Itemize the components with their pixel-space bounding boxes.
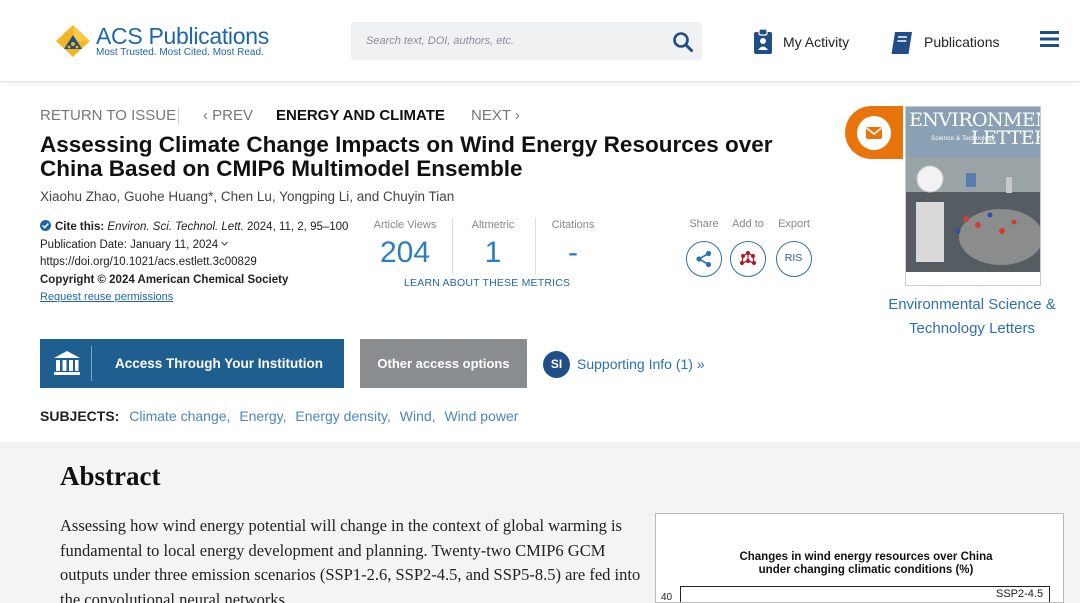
search-bar bbox=[351, 22, 702, 60]
search-icon[interactable] bbox=[672, 31, 694, 53]
button-divider bbox=[91, 346, 92, 381]
journal-abbrev: Environ. Sci. Technol. Lett. bbox=[107, 221, 244, 233]
institution-access-button[interactable]: Access Through Your Institution bbox=[40, 339, 344, 388]
logo-tagline: Most Trusted. Most Cited. Most Read. bbox=[96, 47, 264, 58]
subject-link[interactable]: Energy bbox=[239, 408, 282, 424]
subject-separator: , bbox=[282, 408, 287, 424]
export-tool: Export RIS bbox=[774, 218, 814, 277]
add-to-label: Add to bbox=[732, 218, 764, 230]
abstract-text: Assessing how wind energy potential will… bbox=[60, 516, 641, 603]
subject-link[interactable]: Climate change bbox=[129, 408, 226, 424]
metric-label: Altmetric bbox=[471, 219, 515, 231]
publication-date[interactable]: Publication Date: January 11, 2024 bbox=[40, 239, 218, 251]
supporting-info-link[interactable]: SI Supporting Info (1) » bbox=[543, 350, 705, 378]
ris-label: RIS bbox=[784, 252, 803, 264]
metric-article-views: Article Views 204 bbox=[360, 218, 450, 274]
subjects-list: SUBJECTS: Climate change, Energy, Energy… bbox=[40, 408, 518, 424]
publications-label: Publications bbox=[924, 34, 1000, 50]
citation-block: Cite this: Environ. Sci. Technol. Lett. … bbox=[40, 219, 350, 307]
institution-access-label: Access Through Your Institution bbox=[115, 356, 324, 371]
add-to-tool: Add to bbox=[728, 218, 768, 277]
logo-title: ACS Publications bbox=[96, 23, 269, 49]
article-title: Assessing Climate Change Impacts on Wind… bbox=[40, 132, 773, 181]
next-article-link[interactable]: NEXT › bbox=[471, 107, 520, 124]
email-icon-bg bbox=[857, 116, 891, 150]
figure-title-line2: under changing climatic conditions (%) bbox=[758, 564, 974, 576]
prev-article-link[interactable]: ‹ PREV bbox=[203, 107, 253, 124]
share-tool: Share bbox=[684, 218, 724, 277]
article-tools: Share Add to Export RIS bbox=[682, 218, 817, 278]
acs-logo-icon bbox=[56, 25, 90, 57]
envelope-icon bbox=[866, 127, 882, 139]
check-circle-icon bbox=[40, 220, 51, 231]
si-badge-icon: SI bbox=[543, 350, 570, 378]
doi-link[interactable]: https://doi.org/10.1021/acs.estlett.3c00… bbox=[40, 254, 350, 272]
my-activity-link[interactable]: My Activity bbox=[752, 28, 849, 56]
share-button[interactable] bbox=[686, 241, 722, 277]
subject-separator: , bbox=[226, 408, 231, 424]
email-alert-tab[interactable] bbox=[845, 106, 903, 159]
cover-subtitle: Science & Technology bbox=[931, 135, 995, 142]
return-to-issue-link[interactable]: RETURN TO ISSUE bbox=[40, 107, 176, 124]
section-label: ENERGY AND CLIMATE bbox=[276, 107, 445, 124]
figure-plot-area bbox=[680, 586, 1050, 602]
author-list[interactable]: Xiaohu Zhao, Guohe Huang*, Chen Lu, Yong… bbox=[40, 189, 454, 204]
cover-footer bbox=[906, 272, 1040, 285]
other-access-button[interactable]: Other access options bbox=[360, 339, 527, 388]
metric-value: 1 bbox=[484, 236, 502, 269]
subject-link[interactable]: Wind bbox=[400, 408, 432, 424]
export-ris-button[interactable]: RIS bbox=[776, 241, 812, 277]
citation-ref: 2024, 11, 2, 95–100 bbox=[246, 221, 349, 233]
hamburger-menu-icon[interactable] bbox=[1040, 31, 1059, 47]
site-header: ACS Publications Most Trusted. Most Cite… bbox=[0, 0, 1080, 82]
add-to-button[interactable] bbox=[730, 241, 766, 277]
journal-cover[interactable]: ENVIRONMENTAL LETTERS Science & Technolo… bbox=[905, 106, 1041, 286]
institution-icon bbox=[54, 351, 80, 375]
figure-y-tick: 40 bbox=[661, 592, 673, 603]
metric-value: - bbox=[568, 236, 578, 269]
book-icon bbox=[891, 32, 912, 54]
metric-label: Article Views bbox=[373, 219, 437, 231]
clipboard-user-icon bbox=[754, 28, 772, 54]
chevron-down-icon[interactable] bbox=[220, 239, 229, 248]
share-icon bbox=[696, 250, 712, 268]
subjects-label: SUBJECTS: bbox=[40, 408, 120, 424]
metric-citations: Citations - bbox=[536, 218, 610, 274]
metric-altmetric[interactable]: Altmetric 1 bbox=[453, 218, 533, 274]
journal-name-link[interactable]: Environmental Science & Technology Lette… bbox=[876, 293, 1068, 340]
search-input[interactable] bbox=[351, 22, 661, 60]
acs-logo[interactable]: ACS Publications Most Trusted. Most Cite… bbox=[55, 22, 275, 62]
export-label: Export bbox=[778, 218, 810, 230]
subject-link[interactable]: Energy density bbox=[295, 408, 387, 424]
figure-title: Changes in wind energy resources over Ch… bbox=[656, 551, 1063, 577]
figure-legend: SSP2-4.5 bbox=[996, 588, 1044, 600]
subject-link[interactable]: Wind power bbox=[444, 408, 518, 424]
subject-separator: , bbox=[387, 408, 391, 424]
share-label: Share bbox=[689, 218, 719, 230]
reuse-permissions-link[interactable]: Request reuse permissions bbox=[40, 291, 173, 303]
abstract-heading: Abstract bbox=[60, 461, 161, 491]
toc-graphic[interactable]: Changes in wind energy resources over Ch… bbox=[655, 513, 1064, 603]
metric-value: 204 bbox=[379, 236, 431, 269]
network-nodes-icon bbox=[740, 251, 756, 265]
learn-metrics-link[interactable]: LEARN ABOUT THESE METRICS bbox=[404, 277, 570, 289]
figure-title-line1: Changes in wind energy resources over Ch… bbox=[739, 551, 993, 563]
subject-separator: , bbox=[431, 408, 436, 424]
supporting-info-label: Supporting Info (1) » bbox=[577, 356, 705, 372]
my-activity-label: My Activity bbox=[783, 34, 850, 50]
article-metrics: Article Views 204 Altmetric 1 Citations … bbox=[360, 218, 610, 278]
publications-link[interactable]: Publications bbox=[889, 28, 1000, 56]
copyright-text: Copyright © 2024 American Chemical Socie… bbox=[40, 273, 289, 286]
metric-label: Citations bbox=[551, 219, 595, 231]
breadcrumb-divider bbox=[178, 107, 179, 125]
cite-this-label[interactable]: Cite this: bbox=[55, 221, 104, 233]
